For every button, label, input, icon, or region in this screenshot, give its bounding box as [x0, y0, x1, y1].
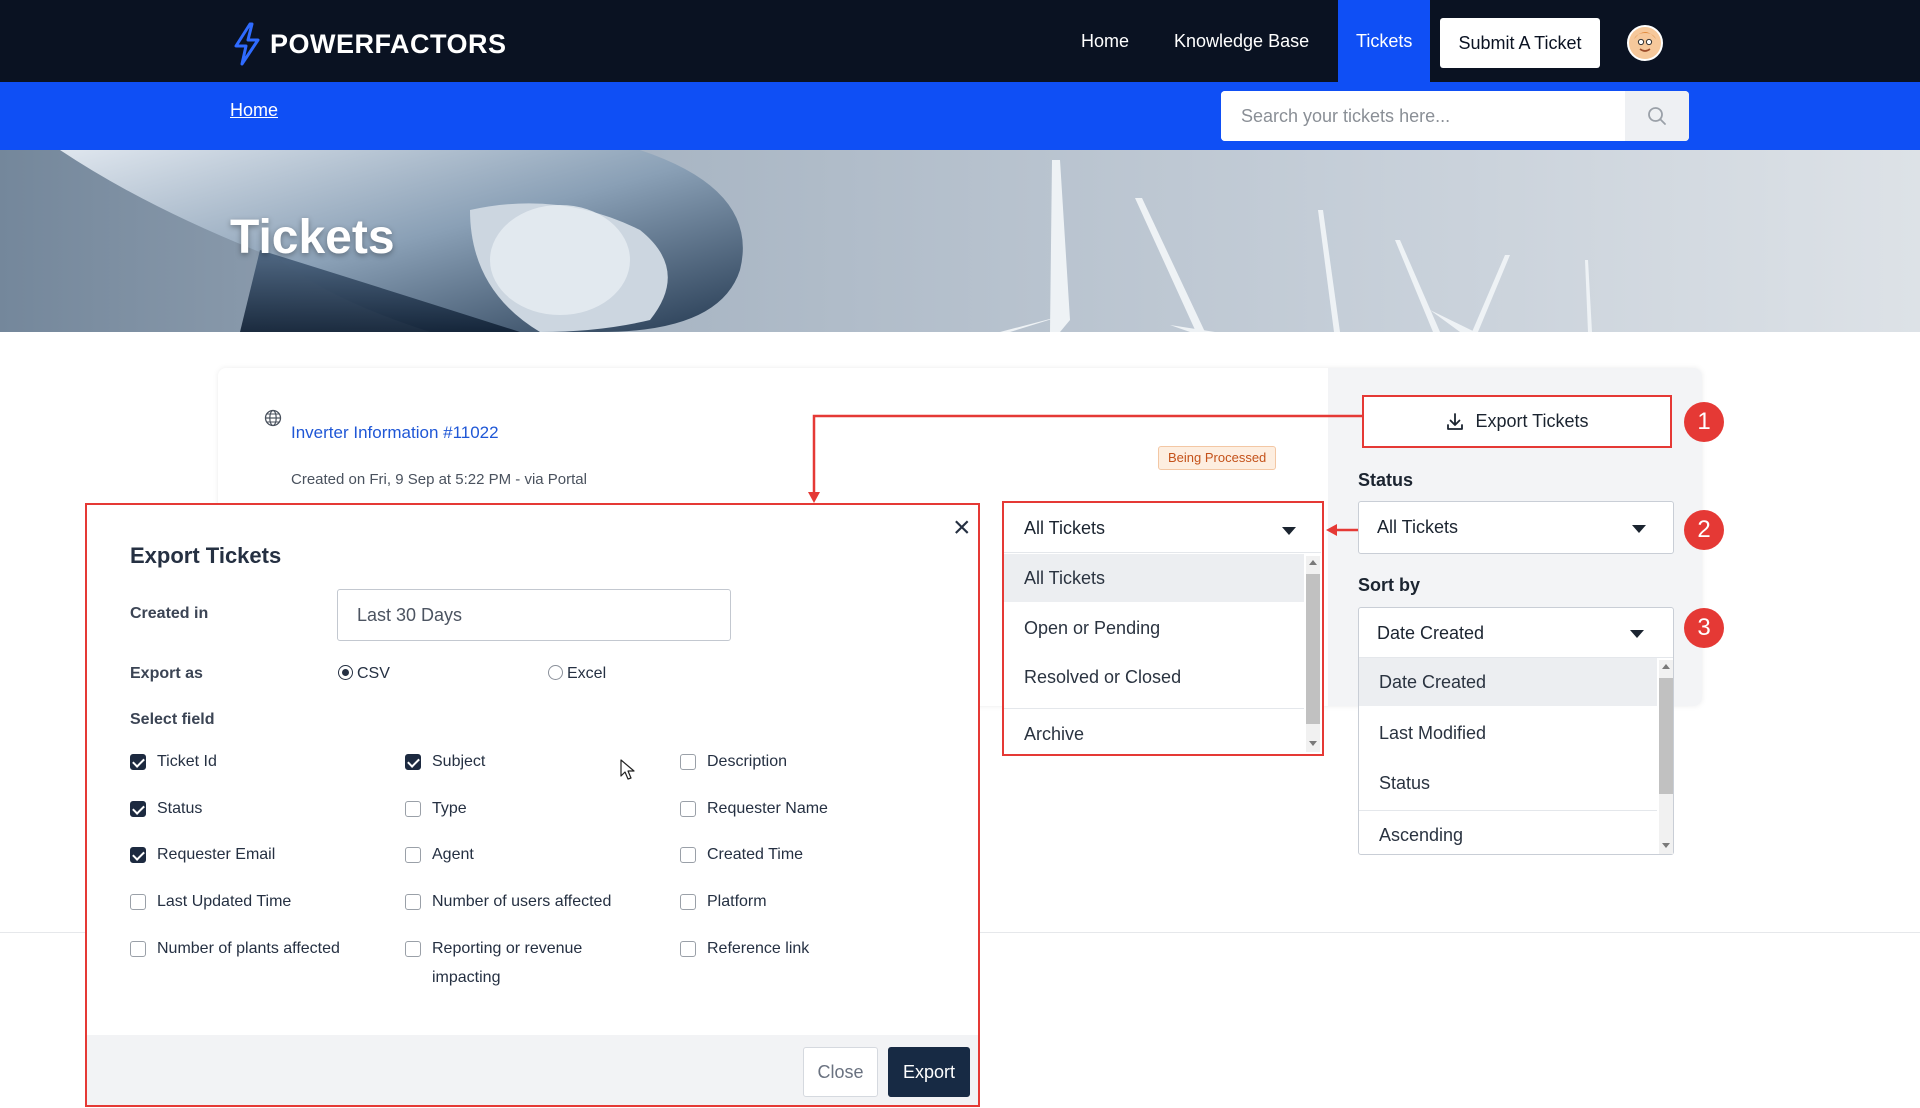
scroll-down-icon[interactable] — [1309, 741, 1317, 746]
sort-option-status[interactable]: Status — [1359, 759, 1657, 807]
field-checkbox-created-time[interactable] — [680, 847, 696, 863]
submit-ticket-button[interactable]: Submit A Ticket — [1440, 18, 1600, 68]
export-tickets-label: Export Tickets — [1475, 411, 1589, 431]
field-label-users-affected: Number of users affected — [432, 893, 612, 910]
status-option-resolved-closed[interactable]: Resolved or Closed — [1004, 653, 1304, 701]
status-dropdown: All Tickets All Tickets Open or Pending … — [1002, 501, 1324, 756]
format-label-excel: Excel — [567, 665, 607, 682]
caret-down-icon — [1632, 525, 1646, 533]
sort-by-label: Sort by — [1358, 575, 1421, 595]
created-in-label: Created in — [130, 605, 209, 622]
export-tickets-modal: Export Tickets × Created in Last 30 Days… — [85, 503, 980, 1107]
field-checkbox-agent[interactable] — [405, 847, 421, 863]
field-label-status: Status — [157, 800, 203, 817]
export-button[interactable]: Export — [888, 1047, 970, 1097]
scroll-up-icon[interactable] — [1662, 664, 1670, 669]
nav-home[interactable]: Home — [1081, 0, 1129, 82]
sort-option-date-created[interactable]: Date Created — [1359, 658, 1657, 706]
field-label-plants-affected: Number of plants affected — [157, 940, 340, 957]
field-label-platform: Platform — [707, 893, 767, 910]
status-scroll-thumb[interactable] — [1306, 574, 1320, 724]
ticket-meta: Created on Fri, 9 Sep at 5:22 PM - via P… — [291, 471, 587, 488]
modal-title: Export Tickets — [130, 543, 282, 568]
brand-logo[interactable]: POWERFACTORS — [230, 22, 507, 66]
search-icon — [1647, 106, 1667, 126]
status-dropdown-value: All Tickets — [1024, 518, 1106, 538]
callout-3: 3 — [1684, 608, 1724, 648]
status-scrollbar[interactable] — [1306, 556, 1320, 752]
sort-select[interactable]: Date Created — [1359, 608, 1673, 658]
scroll-up-icon[interactable] — [1309, 560, 1317, 565]
status-badge: Being Processed — [1158, 446, 1277, 470]
export-tickets-button[interactable]: Export Tickets — [1362, 395, 1672, 448]
breadcrumb-home[interactable]: Home — [230, 100, 278, 121]
close-button[interactable]: Close — [803, 1047, 878, 1097]
created-in-field[interactable]: Last 30 Days — [337, 589, 731, 641]
nav-knowledge-base[interactable]: Knowledge Base — [1174, 0, 1309, 82]
download-icon — [1445, 412, 1465, 432]
globe-icon — [264, 409, 282, 427]
field-label-requester-name: Requester Name — [707, 800, 828, 817]
field-checkbox-last-updated-time[interactable] — [130, 894, 146, 910]
search-input[interactable] — [1221, 91, 1625, 141]
field-checkbox-reference-link[interactable] — [680, 941, 696, 957]
format-radio-excel[interactable] — [548, 665, 563, 680]
caret-down-icon — [1282, 527, 1296, 535]
sort-select-value: Date Created — [1377, 623, 1485, 643]
status-option-open-pending[interactable]: Open or Pending — [1004, 604, 1304, 652]
field-checkbox-plants-affected[interactable] — [130, 941, 146, 957]
status-option-archive[interactable]: Archive — [1004, 714, 1304, 754]
select-field-label: Select field — [130, 711, 215, 728]
field-checkbox-ticket-id[interactable] — [130, 754, 146, 770]
field-label-revenue-impacting: Reporting or revenue impacting — [432, 940, 583, 986]
status-label: Status — [1358, 470, 1414, 490]
export-as-label: Export as — [130, 665, 203, 682]
field-label-subject: Subject — [432, 753, 486, 770]
sort-option-ascending[interactable]: Ascending — [1359, 811, 1657, 859]
status-select-value: All Tickets — [1377, 517, 1459, 537]
field-label-ticket-id: Ticket Id — [157, 753, 217, 770]
close-icon[interactable]: × — [953, 513, 971, 543]
status-dropdown-select[interactable]: All Tickets — [1004, 503, 1321, 553]
field-label-created-time: Created Time — [707, 846, 804, 863]
field-label-requester-email: Requester Email — [157, 846, 276, 863]
page-title: Tickets — [230, 211, 395, 264]
field-checkbox-status[interactable] — [130, 801, 146, 817]
brand-name: POWERFACTORS — [270, 28, 507, 59]
sort-dropdown: Date Created Date Created Last Modified … — [1358, 607, 1674, 855]
field-checkbox-subject[interactable] — [405, 754, 421, 770]
status-select[interactable]: All Tickets — [1358, 501, 1674, 554]
field-label-description: Description — [707, 753, 788, 770]
field-checkbox-description[interactable] — [680, 754, 696, 770]
callout-1: 1 — [1684, 402, 1724, 442]
bolt-logo-icon — [230, 22, 264, 66]
field-label-agent: Agent — [432, 846, 474, 863]
sort-scrollbar[interactable] — [1659, 660, 1673, 854]
field-checkbox-type[interactable] — [405, 801, 421, 817]
status-option-all[interactable]: All Tickets — [1004, 554, 1304, 602]
sort-option-last-modified[interactable]: Last Modified — [1359, 709, 1657, 757]
avatar[interactable] — [1627, 25, 1663, 61]
nav-tickets[interactable]: Tickets — [1338, 0, 1431, 82]
mouse-cursor-icon — [620, 759, 636, 781]
callout-2: 2 — [1684, 510, 1724, 550]
format-label-csv: CSV — [357, 665, 390, 682]
format-radio-csv[interactable] — [338, 665, 353, 680]
ticket-search — [1221, 91, 1689, 141]
search-button[interactable] — [1625, 91, 1689, 141]
ticket-title-link[interactable]: Inverter Information #11022 — [291, 423, 499, 443]
field-checkbox-users-affected[interactable] — [405, 894, 421, 910]
field-label-last-updated-time: Last Updated Time — [157, 893, 292, 910]
field-label-type: Type — [432, 800, 467, 817]
field-checkbox-platform[interactable] — [680, 894, 696, 910]
status-divider — [1004, 708, 1304, 709]
field-label-reference-link: Reference link — [707, 940, 810, 957]
sort-scroll-thumb[interactable] — [1659, 678, 1673, 794]
field-checkbox-revenue-impacting[interactable] — [405, 941, 421, 957]
field-checkbox-requester-name[interactable] — [680, 801, 696, 817]
field-checkbox-requester-email[interactable] — [130, 847, 146, 863]
caret-down-icon — [1630, 630, 1644, 638]
scroll-down-icon[interactable] — [1662, 843, 1670, 848]
